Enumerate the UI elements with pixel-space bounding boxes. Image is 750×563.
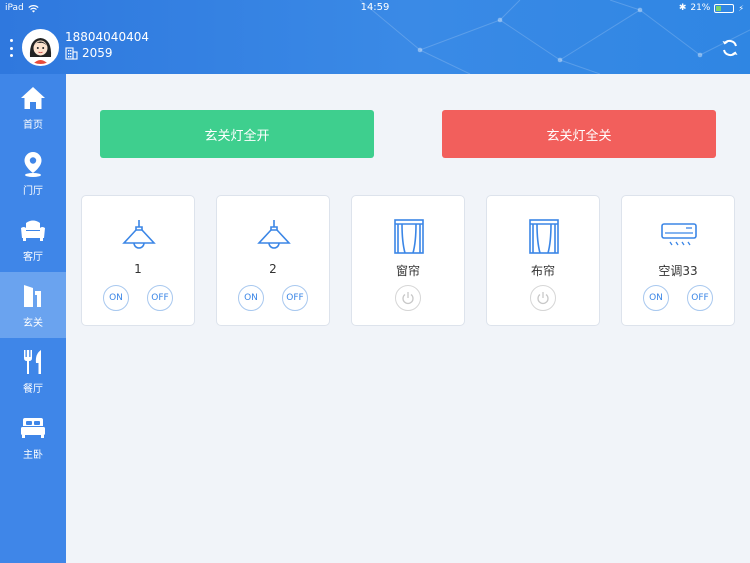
- avatar[interactable]: [22, 29, 59, 66]
- on-button[interactable]: ON: [643, 285, 669, 311]
- building-icon: [65, 46, 78, 60]
- sidebar-item-dining[interactable]: 餐厅: [0, 338, 66, 404]
- bed-icon: [21, 417, 45, 438]
- off-button[interactable]: OFF: [147, 285, 173, 311]
- device-name: 布帘: [530, 264, 555, 278]
- room-sidebar: 首页 门厅 客厅 玄关 餐厅 主卧: [0, 74, 66, 563]
- sidebar-item-living-room[interactable]: 客厅: [0, 206, 66, 272]
- on-button[interactable]: ON: [103, 285, 129, 311]
- device-name: 1: [134, 262, 142, 276]
- device-name: 2: [269, 262, 277, 276]
- device-card-light-1: 1 ON OFF: [81, 195, 195, 326]
- sidebar-item-master-bedroom[interactable]: 主卧: [0, 404, 66, 470]
- lamp-icon: [122, 220, 156, 249]
- off-button[interactable]: OFF: [687, 285, 713, 311]
- room-number: 2059: [82, 46, 113, 60]
- on-button[interactable]: ON: [238, 285, 264, 311]
- refresh-icon[interactable]: [720, 38, 740, 58]
- charging-icon: ⚡: [738, 3, 744, 13]
- bluetooth-icon: ✱: [678, 3, 687, 13]
- air-conditioner-icon: [661, 223, 697, 246]
- curtain-icon: [394, 219, 424, 254]
- all-lights-off-button[interactable]: 玄关灯全关: [442, 110, 716, 158]
- power-button[interactable]: [395, 285, 421, 311]
- power-button[interactable]: [530, 285, 556, 311]
- device-card-curtain-window: 窗帘: [351, 195, 465, 326]
- user-room: 2059: [65, 46, 113, 60]
- battery-icon: [714, 3, 735, 13]
- sidebar-item-label: 玄关: [23, 317, 43, 329]
- fork-knife-icon: [24, 349, 41, 374]
- device-card-curtain-cloth: 布帘: [486, 195, 600, 326]
- sidebar-item-label: 门厅: [23, 185, 43, 197]
- sidebar-item-label: 首页: [23, 119, 43, 131]
- all-lights-on-button[interactable]: 玄关灯全开: [100, 110, 374, 158]
- sidebar-item-hall[interactable]: 门厅: [0, 140, 66, 206]
- sidebar-item-entrance[interactable]: 玄关: [0, 272, 66, 338]
- off-button[interactable]: OFF: [282, 285, 308, 311]
- sofa-icon: [21, 220, 45, 241]
- sidebar-item-label: 客厅: [23, 251, 43, 263]
- home-icon: [21, 86, 45, 109]
- device-card-air-conditioner: 空调33 ON OFF: [621, 195, 735, 326]
- lamp-icon: [257, 220, 291, 249]
- status-bar: iPad 14:59 ✱ 21% ⚡: [0, 0, 750, 16]
- status-time: 14:59: [360, 2, 390, 13]
- power-icon: [402, 292, 414, 305]
- sidebar-item-label: 餐厅: [23, 383, 43, 395]
- battery-percent: 21%: [690, 3, 711, 13]
- device-card-light-2: 2 ON OFF: [216, 195, 330, 326]
- sidebar-item-label: 主卧: [23, 449, 43, 461]
- device-name: 空调33: [658, 264, 698, 278]
- power-icon: [537, 292, 549, 305]
- app-header: iPad 14:59 ✱ 21% ⚡ 18804040404 2059: [0, 0, 750, 74]
- device-name: 窗帘: [395, 264, 420, 278]
- more-menu-icon[interactable]: [8, 39, 14, 57]
- user-phone: 18804040404: [65, 30, 149, 44]
- location-pin-icon: [24, 151, 42, 177]
- entrance-icon: [24, 284, 41, 307]
- sidebar-item-home[interactable]: 首页: [0, 74, 66, 140]
- curtain-icon: [529, 219, 559, 254]
